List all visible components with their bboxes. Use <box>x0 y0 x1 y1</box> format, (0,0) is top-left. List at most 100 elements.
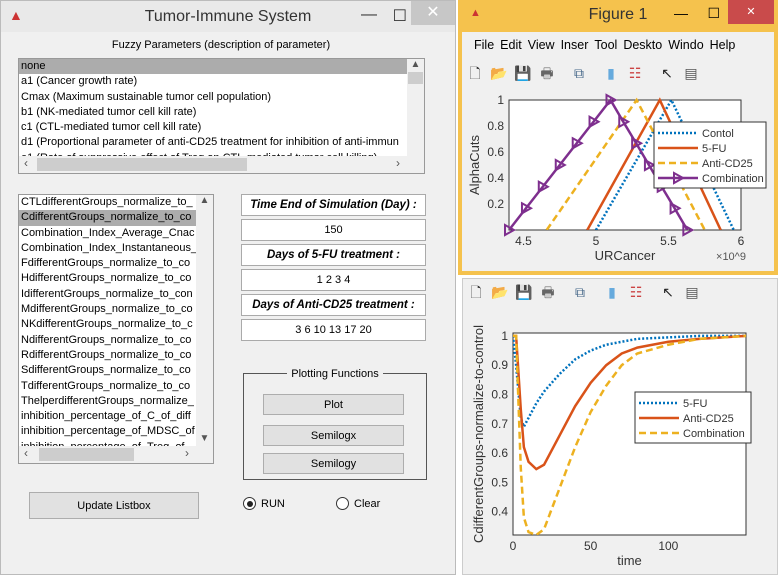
legend-icon[interactable]: ☷ <box>626 64 644 82</box>
update-listbox-button[interactable]: Update Listbox <box>29 492 199 519</box>
property-editor-icon[interactable]: ▤ <box>682 64 700 82</box>
y-tick-label: 0.8 <box>487 119 504 133</box>
minimize-button[interactable]: — <box>361 6 377 24</box>
maximize-button[interactable]: ☐ <box>393 6 407 26</box>
menu-tool[interactable]: Tool <box>594 38 617 52</box>
x-tick-label: 0 <box>510 539 517 553</box>
save-icon[interactable]: 💾 <box>514 64 532 82</box>
menu-windo[interactable]: Windo <box>668 38 703 52</box>
time-end-input[interactable]: 150 <box>241 219 426 241</box>
list-item[interactable]: TdifferentGroups_normalize_to_co <box>19 379 196 394</box>
semilogy-button[interactable]: Semilogy <box>263 453 404 474</box>
legend-entry: Anti-CD25 <box>683 413 734 425</box>
vertical-scrollbar[interactable]: ▲ <box>407 59 424 156</box>
cd25-days-label: Days of Anti-CD25 treatment : <box>241 294 426 316</box>
semilogx-button[interactable]: Semilogx <box>263 425 404 446</box>
colorbar-icon[interactable]: ▮ <box>603 283 621 301</box>
title-bar: ▲ Tumor-Immune System — ☐ ✕ <box>1 1 455 32</box>
figure1-window: ▲ Figure 1 — ☐ ✕ File Edit View Inser Tool De… <box>458 0 778 275</box>
x-exponent-label: ×10^9 <box>716 251 746 263</box>
list-item[interactable]: CTLdifferentGroups_normalize_to_ <box>19 195 196 210</box>
list-item[interactable]: Combination_Index_Instantaneous_ <box>19 241 196 256</box>
list-item[interactable]: RdifferentGroups_normalize_to_co <box>19 348 196 363</box>
run-radio[interactable]: RUN <box>243 497 285 510</box>
figure-toolbar: 🗋 📂 💾 🖶 ⧉ ▮ ☷ ↖ ▤ <box>466 60 766 88</box>
menu-edit[interactable]: Edit <box>500 38 522 52</box>
x-tick-label: 4.5 <box>515 234 532 248</box>
menu-help[interactable]: Help <box>710 38 736 52</box>
tumor-immune-window: ▲ Tumor-Immune System — ☐ ✕ Fuzzy Parame… <box>0 0 456 575</box>
close-button[interactable]: ✕ <box>728 0 774 24</box>
y-tick-label: 1 <box>497 93 504 107</box>
y-tick-label: 0.6 <box>487 145 504 159</box>
plot-button[interactable]: Plot <box>263 394 404 415</box>
x-tick-label: 6 <box>738 234 745 248</box>
y-axis-label: CdifferentGroups-normalize-to-control <box>471 325 486 543</box>
legend-icon[interactable]: ☷ <box>627 283 645 301</box>
x-tick-label: 5.5 <box>660 234 677 248</box>
x-tick-label: 5 <box>593 234 600 248</box>
list-item[interactable]: NdifferentGroups_normalize_to_co <box>19 333 196 348</box>
list-item[interactable]: MdifferentGroups_normalize_to_co <box>19 302 196 317</box>
legend-entry: 5-FU <box>702 143 727 155</box>
fu-days-label: Days of 5-FU treatment : <box>241 244 426 266</box>
window-title: Tumor-Immune System <box>144 7 312 25</box>
legend-entry: Combination <box>683 428 745 440</box>
menu-file[interactable]: File <box>474 38 494 52</box>
menu-deskto[interactable]: Deskto <box>623 38 662 52</box>
save-icon[interactable]: 💾 <box>515 283 533 301</box>
maximize-button[interactable]: ☐ <box>707 5 720 22</box>
list-item[interactable]: a1 (Cancer growth rate) <box>19 74 407 89</box>
list-item[interactable]: HdifferentGroups_normalize_to_co <box>19 271 196 286</box>
open-icon[interactable]: 📂 <box>490 64 508 82</box>
x-tick-label: 100 <box>658 539 678 553</box>
menu-inser[interactable]: Inser <box>561 38 589 52</box>
legend-entry: 5-FU <box>683 398 708 410</box>
close-button[interactable]: ✕ <box>411 1 455 25</box>
y-axis-label: AlphaCuts <box>467 135 482 195</box>
open-icon[interactable]: 📂 <box>491 283 509 301</box>
minimize-button[interactable]: — <box>674 5 688 21</box>
horizontal-scrollbar[interactable]: ‹ › <box>19 156 424 173</box>
colorbar-icon[interactable]: ▮ <box>602 64 620 82</box>
list-item[interactable]: ThelperdifferentGroups_normalize_ <box>19 394 196 409</box>
list-item[interactable]: none <box>19 59 407 75</box>
fu-days-input[interactable]: 1 2 3 4 <box>241 269 426 291</box>
list-item[interactable]: IdifferentGroups_normalize_to_con <box>19 287 196 302</box>
list-item[interactable]: inhibition_percentage_of_C_of_diff <box>19 409 196 424</box>
link-icon[interactable]: ⧉ <box>570 64 588 82</box>
horizontal-scrollbar[interactable]: ‹ › <box>19 446 213 463</box>
cd25-days-input[interactable]: 3 6 10 13 17 20 <box>241 319 426 341</box>
list-item[interactable]: SdifferentGroups_normalize_to_co <box>19 363 196 378</box>
list-item[interactable]: NKdifferentGroups_normalize_to_c <box>19 317 196 332</box>
fuzzy-parameters-listbox[interactable]: none a1 (Cancer growth rate) Cmax (Maximum… <box>18 58 425 174</box>
list-item[interactable]: Combination_Index_Average_Cnac <box>19 226 196 241</box>
link-icon[interactable]: ⧉ <box>571 283 589 301</box>
pointer-icon[interactable]: ↖ <box>659 283 677 301</box>
new-file-icon[interactable]: 🗋 <box>467 283 485 301</box>
y-tick-label: 0.8 <box>491 387 508 401</box>
variables-listbox[interactable]: CTLdifferentGroups_normalize_to_ Cdiffere… <box>18 194 214 464</box>
list-item[interactable]: Cmax (Maximum sustainable tumor cell pop… <box>19 90 407 105</box>
menu-view[interactable]: View <box>528 38 555 52</box>
clear-radio[interactable]: Clear <box>336 497 380 510</box>
list-item[interactable]: CdifferentGroups_normalize_to_co <box>19 210 196 226</box>
list-item[interactable]: inhibition_percentage_of_MDSC_of <box>19 424 196 439</box>
panel-title: Plotting Functions <box>287 368 383 380</box>
print-icon[interactable]: 🖶 <box>538 64 556 82</box>
new-file-icon[interactable]: 🗋 <box>466 64 484 82</box>
print-icon[interactable]: 🖶 <box>539 283 557 301</box>
list-item[interactable]: FdifferentGroups_normalize_to_co <box>19 256 196 271</box>
x-axis-label: URCancer <box>595 248 656 263</box>
y-tick-label: 0.4 <box>487 171 504 185</box>
figure2-window: 🗋 📂 💾 🖶 ⧉ ▮ ☷ ↖ ▤ 0 50 100 0.4 0.5 0.6 0.7 0.8 0.9 1 time C… <box>462 278 778 575</box>
time-end-label: Time End of Simulation (Day) : <box>241 194 426 216</box>
figure1-title-bar: ▲ Figure 1 — ☐ ✕ <box>462 0 774 32</box>
pointer-icon[interactable]: ↖ <box>658 64 676 82</box>
list-item[interactable]: c1 (CTL-mediated tumor cell kill rate) <box>19 120 407 135</box>
list-item[interactable]: b1 (NK-mediated tumor cell kill rate) <box>19 105 407 120</box>
y-tick-label: 0.5 <box>491 475 508 489</box>
vertical-scrollbar[interactable]: ▲ ▼ <box>196 195 213 446</box>
property-editor-icon[interactable]: ▤ <box>683 283 701 301</box>
list-item[interactable]: d1 (Proportional parameter of anti-CD25 … <box>19 135 407 150</box>
